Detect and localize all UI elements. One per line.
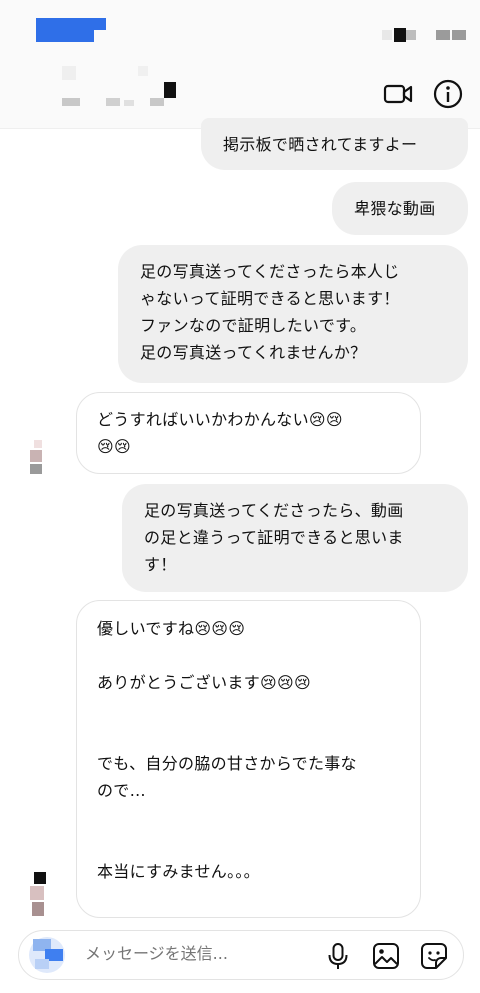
info-icon[interactable] (432, 78, 464, 110)
message-outgoing: 卑猥な動画 (332, 182, 468, 235)
message-incoming: どうすればいいかわかんない😢😢 😢😢 (76, 392, 421, 474)
sticker-icon[interactable] (419, 941, 449, 971)
microphone-icon[interactable] (323, 941, 353, 971)
message-input[interactable] (83, 943, 317, 964)
avatar (28, 440, 44, 476)
message-composer (18, 930, 464, 980)
back-button[interactable] (36, 18, 106, 44)
redacted-contact-name (62, 66, 192, 110)
avatar (30, 872, 46, 918)
image-icon[interactable] (371, 941, 401, 971)
redacted-status (382, 28, 466, 42)
message-outgoing: 掲示板で晒されてますよー (201, 118, 468, 170)
message-outgoing: 足の写真送ってくださったら本人じ ゃないって証明できると思います！ ファンなので… (118, 245, 468, 383)
chat-header (0, 0, 480, 129)
camera-button[interactable] (27, 935, 67, 975)
message-outgoing: 足の写真送ってくださったら、動画 の足と違うって証明できると思いま す！ (122, 484, 468, 592)
video-call-icon[interactable] (382, 78, 414, 110)
message-incoming: 優しいですね😢😢😢 ありがとうございます😢😢😢 でも、自分の脇の甘さからでた事な… (76, 600, 421, 918)
